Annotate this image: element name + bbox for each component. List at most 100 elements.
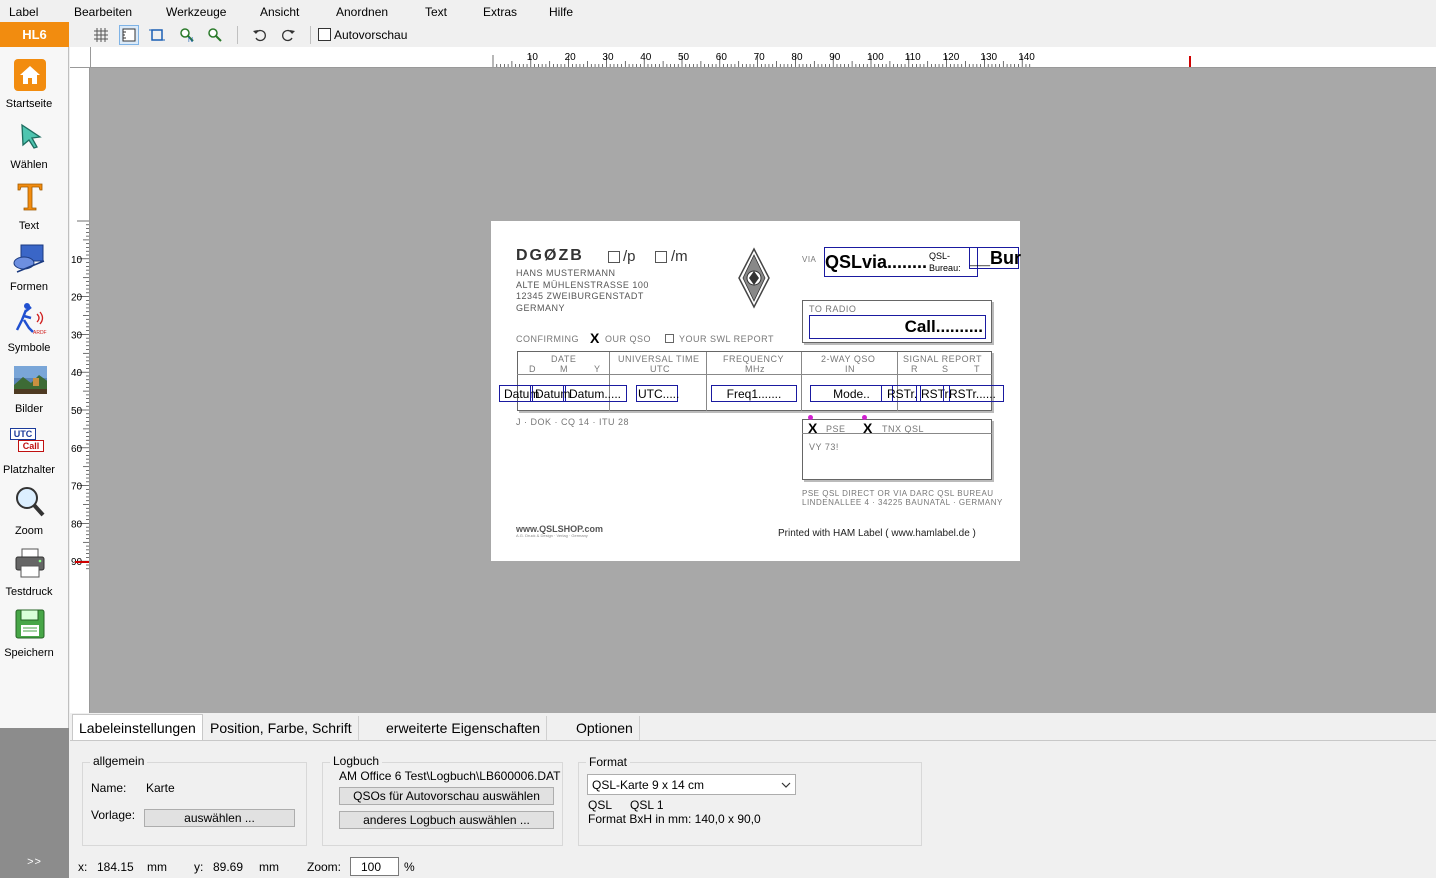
header-mhz: MHz [745, 364, 765, 374]
mobile-suffix: /m [671, 248, 688, 265]
field-text: Freq1....... [726, 386, 782, 401]
datum-month-field[interactable]: Datum [530, 385, 570, 402]
chevron-down-icon [781, 782, 791, 788]
tab-label-settings[interactable]: Labeleinstellungen [72, 714, 203, 740]
field-text: UTC..... [638, 386, 680, 401]
table-divider [706, 352, 707, 411]
y-coord-label: y: [194, 860, 204, 874]
card-address: HANS MUSTERMANN ALTE MÜHLENSTRASSE 100 1… [516, 268, 649, 314]
bureau-field[interactable]: __Bur [969, 247, 1022, 269]
menu-arrange[interactable]: Anordnen [336, 5, 388, 19]
sidebar-item-save[interactable]: Speichern [0, 599, 69, 660]
status-bar: x: 184.15 mm y: 89.69 mm Zoom: % [70, 852, 1436, 878]
swl-report-label: YOUR SWL REPORT [679, 334, 775, 344]
frame-icon[interactable] [147, 25, 167, 45]
vertical-ruler: 102030405060708090 [70, 68, 90, 713]
zoom-fit-icon[interactable]: N [177, 25, 197, 45]
zoom-label: Zoom: [307, 860, 342, 874]
symbols-icon: ARDF [15, 303, 47, 336]
menu-view[interactable]: Ansicht [260, 5, 299, 19]
ruler-label: 30 [71, 330, 83, 341]
grid-icon[interactable] [91, 25, 111, 45]
sidebar-item-zoom[interactable]: Zoom [0, 477, 69, 538]
menu-bar: Label Bearbeiten Werkzeuge Ansicht Anord… [0, 0, 1436, 22]
field-text: RSTr. [887, 386, 918, 401]
menu-extras[interactable]: Extras [483, 5, 517, 19]
sidebar-item-label: Bilder [14, 403, 44, 415]
ruler-label: 10 [527, 52, 539, 63]
choose-template-button[interactable]: auswählen ... [144, 809, 295, 827]
sidebar-item-placeholder[interactable]: UTC Call Platzhalter [0, 416, 69, 477]
other-logbook-button[interactable]: anderes Logbuch auswählen ... [339, 811, 554, 829]
ruler-toggle-icon[interactable] [119, 25, 139, 45]
redo-icon[interactable] [278, 25, 298, 45]
tab-extended-properties[interactable]: erweiterte Eigenschaften [380, 716, 548, 740]
table-divider [517, 374, 992, 375]
undo-icon[interactable] [250, 25, 270, 45]
y-coord-value: 89.69 [213, 860, 244, 874]
format-select-value: QSL-Karte 9 x 14 cm [592, 778, 705, 792]
call-field[interactable]: Call.......... [809, 315, 986, 339]
qsl-card[interactable]: DGØZB /p /m HANS MUSTERMANN ALTE MÜHLENS… [491, 221, 1022, 561]
menu-edit[interactable]: Bearbeiten [74, 5, 132, 19]
printed-with-text: Printed with HAM Label ( www.hamlabel.de… [778, 528, 976, 539]
zoom-input[interactable] [350, 857, 399, 876]
placeholder-utc-text: UTC [10, 428, 36, 440]
menu-help[interactable]: Hilfe [549, 5, 573, 19]
pse-label: PSE [826, 424, 846, 434]
sidebar-item-home[interactable]: Startseite [0, 50, 69, 111]
sidebar-item-text[interactable]: Text [0, 172, 69, 233]
header-frequency: FREQUENCY [723, 354, 785, 364]
sidebar-item-symbols[interactable]: ARDF Symbole [0, 294, 69, 355]
menu-tools[interactable]: Werkzeuge [166, 5, 226, 19]
sidebar-item-testprint[interactable]: Testdruck [0, 538, 69, 599]
format-select[interactable]: QSL-Karte 9 x 14 cm [587, 774, 796, 795]
bureau-field-text: __Bur [970, 247, 1022, 268]
qsl-via-field[interactable]: QSLvia........ QSL-Bureau: [824, 247, 978, 277]
toolbar-separator [237, 26, 238, 44]
sidebar-item-images[interactable]: Bilder [0, 355, 69, 416]
table-divider [801, 352, 802, 411]
ruler-label: 60 [716, 52, 728, 63]
sidebar-item-label: Text [18, 220, 40, 232]
pse-x-mark: X [808, 420, 818, 436]
tab-position-color-font[interactable]: Position, Farbe, Schrift [204, 716, 359, 740]
settings-panel: allgemein Name: Karte Vorlage: auswählen… [70, 740, 1436, 852]
general-group [82, 762, 307, 846]
address-line: GERMANY [516, 302, 566, 313]
ruler-label: 120 [943, 52, 960, 63]
ruler-label: 70 [71, 482, 83, 493]
darc-logo-icon [738, 247, 770, 309]
utc-field[interactable]: UTC..... [636, 385, 680, 402]
dok-cq-itu-line: J · DOK · CQ 14 · ITU 28 [516, 417, 630, 427]
zoom-in-icon[interactable] [205, 25, 225, 45]
menu-text[interactable]: Text [425, 5, 447, 19]
table-divider [609, 352, 610, 411]
menu-label[interactable]: Label [9, 5, 38, 19]
table-divider [897, 352, 898, 411]
sidebar-item-shapes[interactable]: Formen [0, 233, 69, 294]
format-dimensions: Format BxH in mm: 140,0 x 90,0 [588, 812, 761, 826]
logbook-group-title: Logbuch [330, 754, 383, 768]
ruler-label: 140 [1018, 52, 1035, 63]
expand-sidebar-button[interactable]: >> [0, 856, 69, 868]
autopreview-checkbox[interactable] [318, 28, 331, 41]
rst-r-field[interactable]: RSTr. [881, 385, 921, 402]
address-line: HANS MUSTERMANN [516, 268, 616, 278]
rst-t-field[interactable]: RSTr...... [943, 385, 1004, 402]
ruler-label: 130 [980, 52, 997, 63]
frequency-field[interactable]: Freq1....... [711, 385, 797, 402]
general-group-title: allgemein [90, 754, 148, 768]
ruler-cursor-marker [75, 561, 89, 563]
card-callsign[interactable]: DGØZB [516, 247, 584, 265]
tab-options[interactable]: Optionen [570, 716, 640, 740]
sidebar-item-select[interactable]: Wählen [0, 111, 69, 172]
ruler-label: 100 [867, 52, 884, 63]
datum-day-field[interactable]: Datum [499, 385, 539, 402]
our-qso-x-mark: X [590, 330, 600, 346]
home-icon [14, 59, 46, 91]
ruler-label: 20 [71, 293, 83, 304]
datum-year-field[interactable]: Datum..... [563, 385, 627, 402]
select-qsos-button[interactable]: QSOs für Autovorschau auswählen [339, 787, 554, 805]
to-radio-label: TO RADIO [809, 304, 857, 314]
